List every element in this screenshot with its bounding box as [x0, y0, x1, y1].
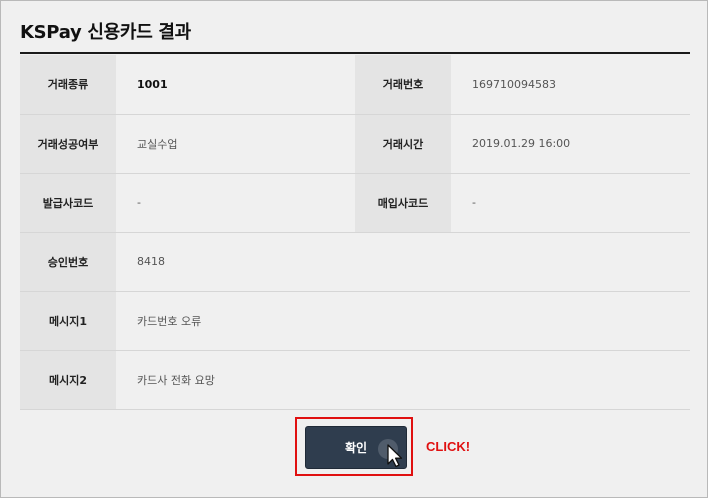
transaction-number-value: 169710094583 — [451, 55, 690, 115]
table-row: 승인번호 8418 — [20, 232, 690, 292]
result-table: 거래종류 1001 거래번호 169710094583 거래성공여부 교실수업 … — [20, 55, 690, 410]
issuer-code-value: - — [116, 173, 355, 233]
mouse-pointer-icon — [378, 439, 403, 468]
title-divider — [20, 52, 690, 54]
result-window: KSPay 신용카드 결과 거래종류 1001 거래번호 16971009458… — [0, 0, 708, 498]
transaction-success-label: 거래성공여부 — [20, 114, 116, 174]
page-title: KSPay 신용카드 결과 — [20, 22, 191, 43]
message2-value: 카드사 전화 요망 — [116, 350, 690, 410]
click-annotation: CLICK! — [426, 439, 471, 454]
transaction-time-value: 2019.01.29 16:00 — [451, 114, 690, 174]
acquirer-code-label: 매입사코드 — [355, 173, 451, 233]
approval-number-label: 승인번호 — [20, 232, 116, 292]
table-row: 거래성공여부 교실수업 거래시간 2019.01.29 16:00 — [20, 114, 690, 174]
message1-label: 메시지1 — [20, 291, 116, 351]
transaction-type-label: 거래종류 — [20, 55, 116, 115]
table-row: 거래종류 1001 거래번호 169710094583 — [20, 55, 690, 115]
transaction-success-value: 교실수업 — [116, 114, 355, 174]
message2-label: 메시지2 — [20, 350, 116, 410]
table-row: 발급사코드 - 매입사코드 - — [20, 173, 690, 233]
transaction-number-label: 거래번호 — [355, 55, 451, 115]
message1-value: 카드번호 오류 — [116, 291, 690, 351]
table-row: 메시지1 카드번호 오류 — [20, 291, 690, 351]
transaction-time-label: 거래시간 — [355, 114, 451, 174]
table-row: 메시지2 카드사 전화 요망 — [20, 350, 690, 410]
transaction-type-value: 1001 — [116, 55, 355, 115]
issuer-code-label: 발급사코드 — [20, 173, 116, 233]
approval-number-value: 8418 — [116, 232, 690, 292]
acquirer-code-value: - — [451, 173, 690, 233]
